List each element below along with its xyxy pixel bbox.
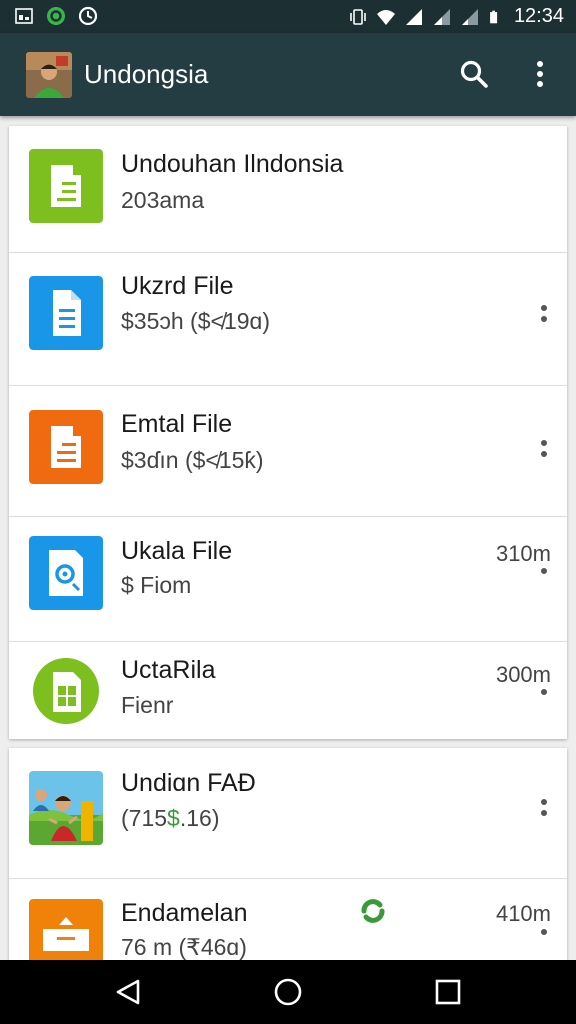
list-item-subtitle: 203ama bbox=[121, 187, 205, 213]
list-item-title: UctaRila bbox=[121, 656, 216, 684]
app-bar: Undongsia bbox=[0, 33, 576, 116]
list-item[interactable]: Ukzrd File $35ɔh ($≮19ɑ) bbox=[9, 253, 567, 386]
avatar[interactable] bbox=[26, 52, 72, 98]
data-saver-icon bbox=[78, 6, 98, 26]
list-item[interactable]: Undiɑn FAÐ (715$.16) bbox=[9, 748, 567, 879]
back-button[interactable] bbox=[112, 976, 144, 1008]
status-bar-system: 12:34 bbox=[348, 5, 564, 28]
document-icon bbox=[29, 410, 103, 484]
battery-icon bbox=[490, 10, 498, 23]
list-item[interactable]: Undouhan Ilndonsia 203ama bbox=[9, 126, 567, 253]
status-bar: 12:34 bbox=[0, 0, 576, 33]
list-item-subtitle: 76 m (₹46ɑ) bbox=[121, 934, 247, 960]
search-icon[interactable] bbox=[459, 59, 489, 89]
system-nav-bar bbox=[0, 960, 576, 1024]
file-icon bbox=[29, 276, 103, 350]
recents-button[interactable] bbox=[432, 976, 464, 1008]
list-item[interactable]: UctaRila Fienr 300m bbox=[9, 642, 567, 739]
document-icon bbox=[29, 149, 103, 223]
status-time: 12:34 bbox=[513, 5, 564, 27]
list-item-subtitle: $35ɔh ($≮19ɑ) bbox=[121, 308, 270, 334]
item-menu-icon[interactable] bbox=[539, 566, 549, 588]
media-list-card: Undiɑn FAÐ (715$.16) Endamelan 76 m (₹46… bbox=[9, 748, 567, 973]
wifi-icon bbox=[376, 9, 395, 25]
list-item-title: Ukala File bbox=[121, 537, 233, 565]
sync-status-icon bbox=[361, 899, 385, 923]
list-item-title: Ukzrd File bbox=[121, 272, 234, 300]
list-item[interactable]: Emtal File $3ɗın ($≮15ƙ) bbox=[9, 386, 567, 517]
signal-icon bbox=[405, 8, 422, 25]
more-vert-icon[interactable] bbox=[530, 59, 550, 89]
file-list-card: Undouhan Ilndonsia 203ama Ukzrd File $35… bbox=[9, 126, 567, 739]
signal-icon-3 bbox=[461, 8, 478, 25]
list-item-size: 410m bbox=[495, 901, 551, 926]
item-menu-icon[interactable] bbox=[539, 687, 549, 709]
list-item-subtitle: $ Fiom bbox=[121, 572, 192, 598]
item-menu-icon[interactable] bbox=[539, 303, 549, 325]
list-item-subtitle: $3ɗın ($≮15ƙ) bbox=[121, 447, 264, 473]
list-item-size: 310m bbox=[495, 541, 551, 566]
notification-icon bbox=[15, 8, 33, 24]
item-menu-icon[interactable] bbox=[539, 927, 549, 949]
list-item[interactable]: Endamelan 76 m (₹46ɑ) 410m bbox=[9, 879, 567, 973]
sync-icon bbox=[47, 7, 65, 25]
list-item[interactable]: Ukala File $ Fiom 310m bbox=[9, 517, 567, 642]
spreadsheet-icon bbox=[33, 658, 99, 724]
signal-icon-2 bbox=[433, 8, 450, 25]
audio-file-icon bbox=[29, 536, 103, 610]
home-button[interactable] bbox=[272, 976, 304, 1008]
photo-thumbnail bbox=[29, 771, 103, 845]
item-menu-icon[interactable] bbox=[539, 438, 549, 460]
list-item-subtitle: (715$.16) bbox=[121, 805, 220, 831]
list-item-title: Undiɑn FAÐ bbox=[121, 769, 256, 797]
list-item-title: Emtal File bbox=[121, 410, 233, 438]
list-item-size: 300m bbox=[495, 662, 551, 687]
vibrate-icon bbox=[350, 8, 366, 25]
item-menu-icon[interactable] bbox=[539, 797, 549, 819]
list-item-title: Endamelan bbox=[121, 899, 248, 927]
status-bar-notifications bbox=[14, 6, 98, 26]
list-item-title: Undouhan Ilndonsia bbox=[121, 150, 344, 178]
app-title: Undongsia bbox=[84, 59, 209, 89]
list-item-subtitle: Fienr bbox=[121, 692, 174, 718]
